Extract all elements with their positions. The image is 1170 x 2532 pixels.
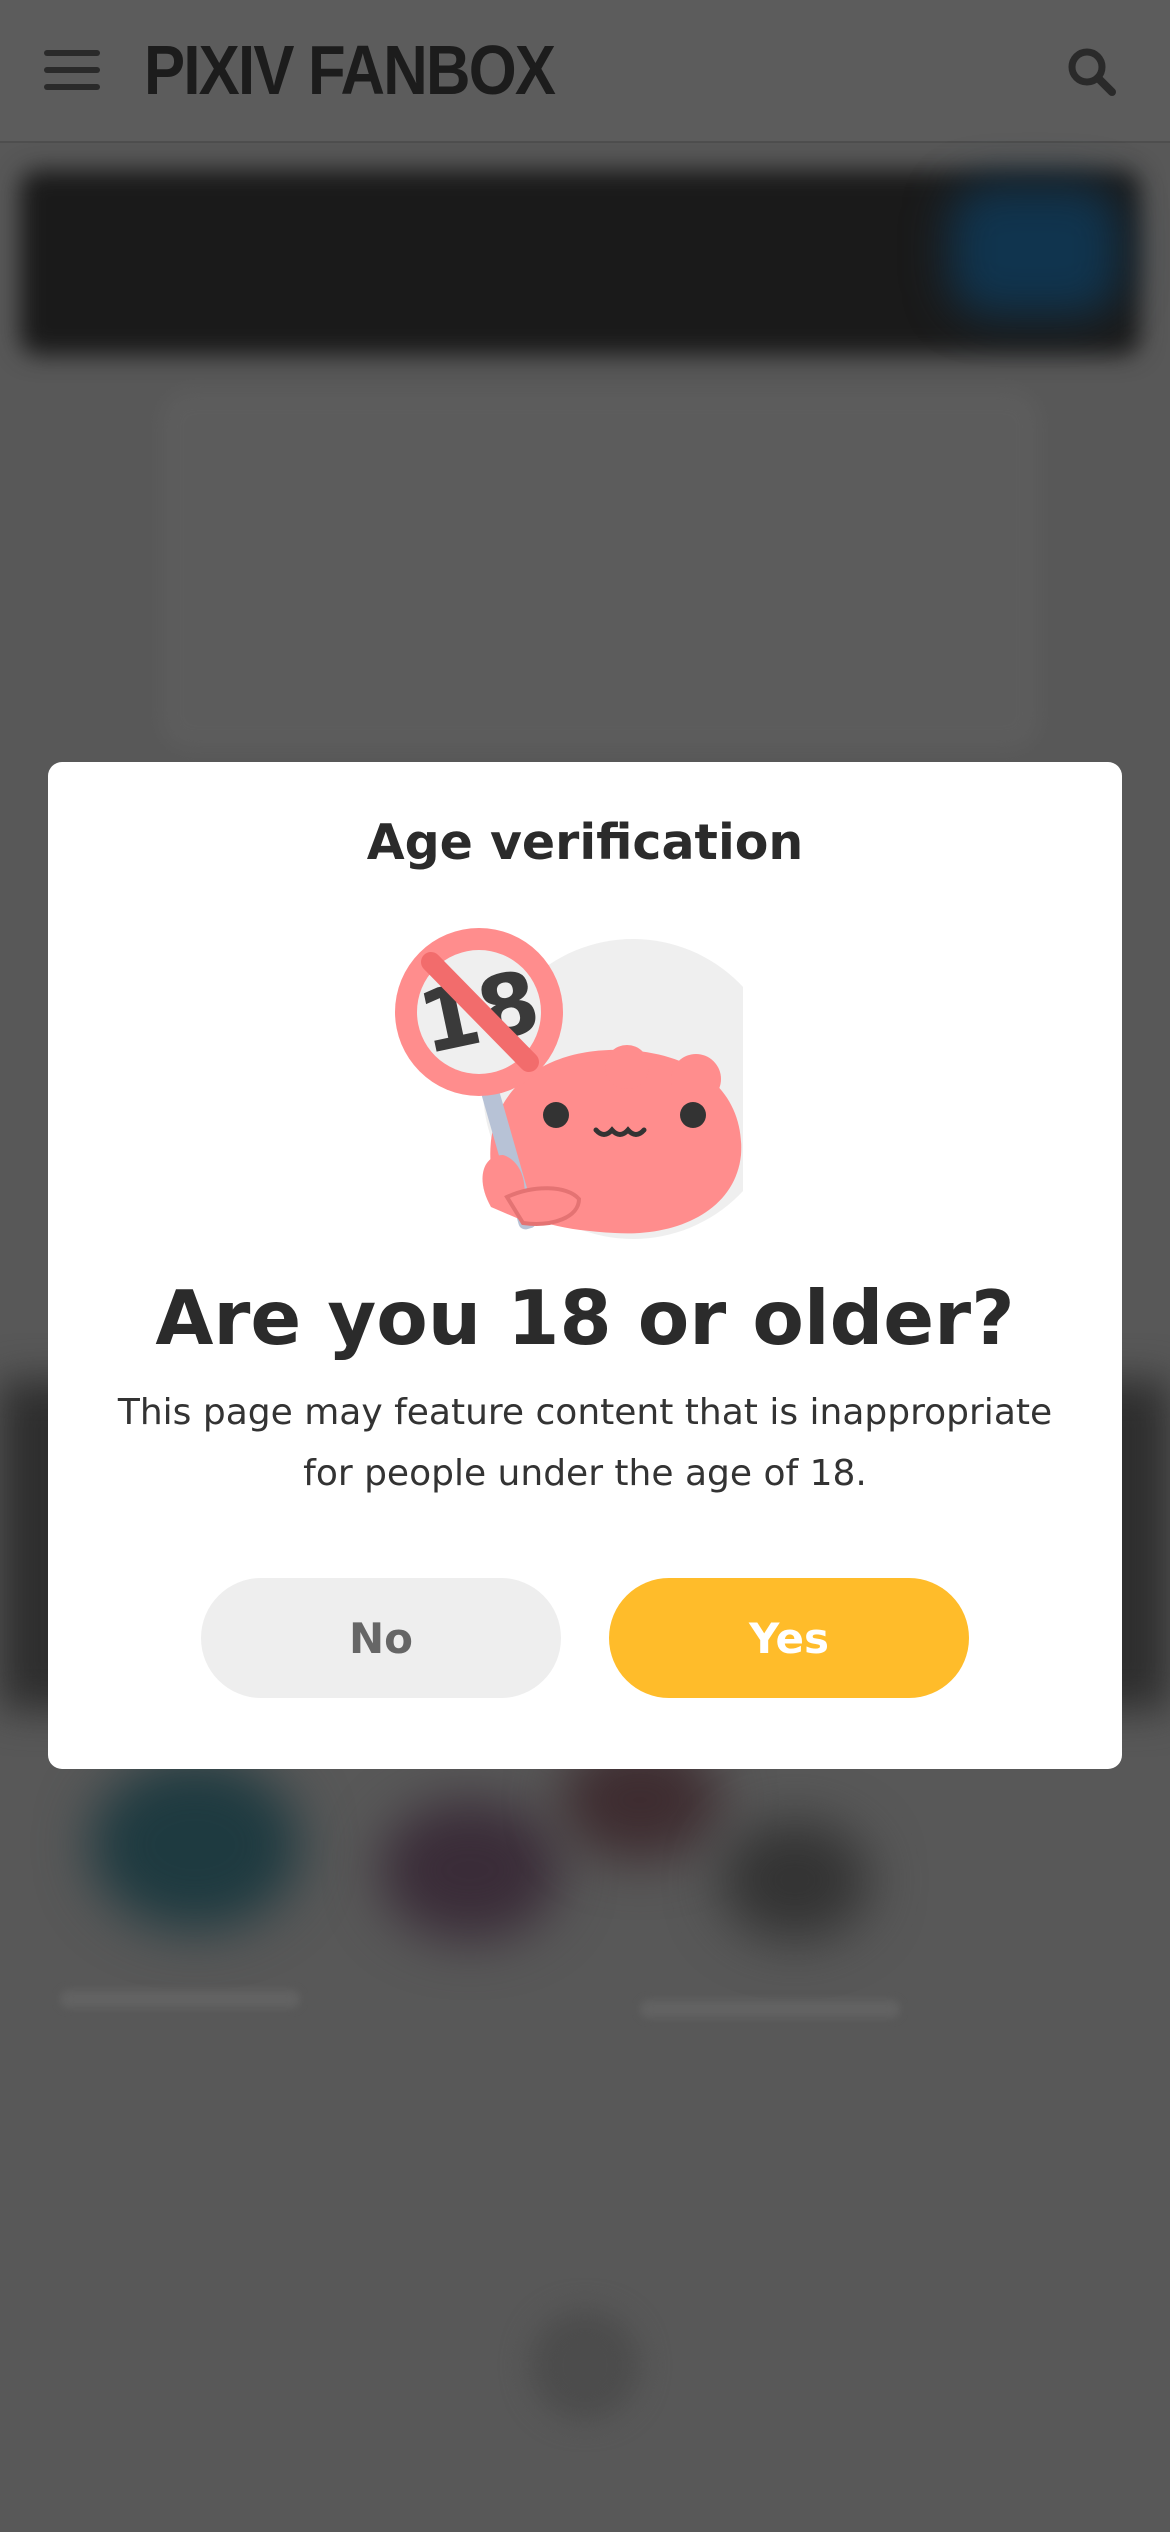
background-banner-accent [950,185,1120,315]
age-question: Are you 18 or older? [155,1274,1015,1362]
background-text-line [60,1990,300,2008]
age-verification-dialog: Age verification 18 Are you 18 or [48,762,1122,1769]
background-thumbnail [380,1800,560,1940]
background-thumbnail [90,1760,300,1930]
age-warning-description: This page may feature content that is in… [117,1392,1053,1494]
background-thumbnail [720,1820,870,1940]
search-icon[interactable] [1066,46,1118,98]
background-text-line [640,2000,900,2018]
site-logo[interactable]: PIXIV FANBOX [144,30,556,110]
under-18-prohibited-mascot: 18 [383,917,783,1247]
dialog-title: Age verification [366,814,804,871]
yes-button[interactable]: Yes [609,1578,969,1698]
top-navigation-bar: PIXIV FANBOX [0,0,1170,143]
no-button[interactable]: No [201,1578,561,1698]
background-artwork [160,390,1040,750]
hamburger-menu-icon[interactable] [44,50,100,90]
background-avatar [530,2310,640,2420]
